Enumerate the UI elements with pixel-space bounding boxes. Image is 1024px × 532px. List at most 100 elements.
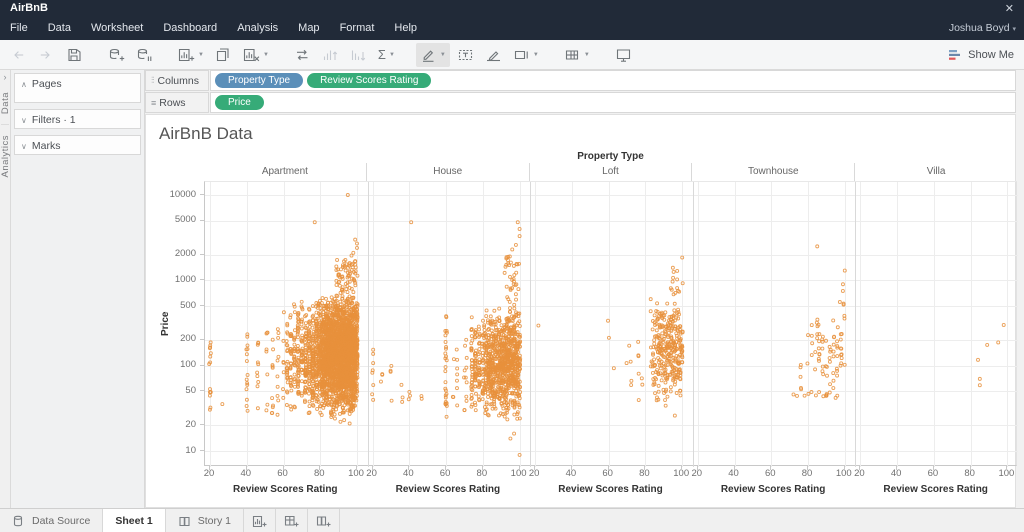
y-tick-mark bbox=[200, 254, 204, 255]
new-worksheet-button[interactable] bbox=[244, 509, 276, 532]
panel-header-villa[interactable]: Villa bbox=[854, 163, 1017, 181]
totals-icon: Σ bbox=[378, 47, 386, 63]
duplicate-sheet-icon bbox=[215, 47, 232, 63]
x-axis-title[interactable]: Review Scores Rating bbox=[529, 484, 692, 495]
menu-format[interactable]: Format bbox=[330, 17, 385, 40]
pause-updates-icon bbox=[136, 47, 153, 63]
y-tick-mark bbox=[200, 339, 204, 340]
new-story-button[interactable] bbox=[308, 509, 340, 532]
undo-button bbox=[6, 43, 31, 67]
columns-shelf-label: ⫶⫶ Columns bbox=[145, 70, 209, 91]
card-pages[interactable]: ∧ Pages bbox=[14, 73, 141, 103]
totals-button[interactable]: Σ▼ bbox=[374, 43, 399, 67]
chevron-icon[interactable]: ∧ bbox=[21, 80, 27, 89]
x-axis-title[interactable]: Review Scores Rating bbox=[854, 484, 1017, 495]
menu-dashboard[interactable]: Dashboard bbox=[153, 17, 227, 40]
menu-data[interactable]: Data bbox=[38, 17, 81, 40]
menu-file[interactable]: File bbox=[0, 17, 38, 40]
save-button[interactable] bbox=[62, 43, 87, 67]
tab-data[interactable]: Data bbox=[0, 84, 11, 122]
scatter-plot-canvas[interactable] bbox=[205, 182, 1018, 467]
pause-updates-button[interactable] bbox=[132, 43, 157, 67]
y-tick-label: 50 bbox=[146, 385, 196, 396]
menu-help[interactable]: Help bbox=[384, 17, 427, 40]
card-label: Pages bbox=[32, 78, 62, 90]
panel-header-apartment[interactable]: Apartment bbox=[204, 163, 366, 181]
new-dashboard-button bbox=[284, 514, 299, 528]
show-me-icon bbox=[948, 48, 962, 62]
menu-map[interactable]: Map bbox=[288, 17, 329, 40]
rail-divider bbox=[1, 124, 9, 125]
edit-axis-button[interactable] bbox=[481, 43, 506, 67]
tab-data-source[interactable]: Data Source bbox=[0, 509, 103, 532]
column-field-label[interactable]: Property Type bbox=[204, 151, 1017, 162]
tab-sheet-1[interactable]: Sheet 1 bbox=[102, 509, 165, 532]
cell-size-button[interactable]: ▼ bbox=[560, 43, 594, 67]
fit-button[interactable]: ▼ bbox=[509, 43, 543, 67]
cell-size-icon bbox=[564, 47, 581, 63]
y-tick-mark bbox=[200, 390, 204, 391]
x-tick-mark bbox=[859, 466, 860, 470]
presentation-mode-button[interactable] bbox=[611, 43, 636, 67]
cards-panel: ∧ Pages ∨Filters · 1 ∨Marks bbox=[11, 70, 145, 508]
chevron-icon[interactable]: ∨ bbox=[21, 142, 27, 151]
clear-sheet-button[interactable]: ▼ bbox=[239, 43, 273, 67]
side-rail: › Data Analytics bbox=[0, 70, 11, 508]
sort-ascending-icon bbox=[322, 47, 339, 63]
rows-shelf-box[interactable]: Price bbox=[210, 92, 1016, 113]
x-axis-title[interactable]: Review Scores Rating bbox=[204, 484, 367, 495]
save-icon bbox=[66, 47, 83, 63]
new-worksheet-button[interactable]: ▼ bbox=[174, 43, 208, 67]
menu-worksheet[interactable]: Worksheet bbox=[81, 17, 153, 40]
chevron-down-icon: ▾ bbox=[1012, 26, 1016, 33]
x-tick-mark bbox=[697, 466, 698, 470]
sheet-title[interactable]: AirBnB Data bbox=[159, 124, 253, 144]
panel-header-house[interactable]: House bbox=[366, 163, 529, 181]
x-axis-title[interactable]: Review Scores Rating bbox=[692, 484, 855, 495]
user-menu[interactable]: Joshua Boyd ▾ bbox=[949, 17, 1016, 41]
y-tick-mark bbox=[200, 220, 204, 221]
y-tick-mark bbox=[200, 279, 204, 280]
new-worksheet-icon bbox=[178, 47, 195, 63]
tab-story-1[interactable]: Story 1 bbox=[166, 509, 244, 532]
toolbar: ▼ ▼ Σ▼ ▼ ▼ ▼ Show Me bbox=[0, 40, 1024, 70]
x-tick-mark bbox=[896, 466, 897, 470]
fit-icon bbox=[513, 47, 530, 63]
chevron-down-icon: ▼ bbox=[533, 52, 539, 58]
text-label-button[interactable] bbox=[453, 43, 478, 67]
card-header: ∧ Pages bbox=[15, 74, 140, 93]
x-axis-title[interactable]: Review Scores Rating bbox=[367, 484, 530, 495]
tab-analytics[interactable]: Analytics bbox=[0, 127, 11, 186]
new-datasource-button[interactable] bbox=[104, 43, 129, 67]
chevron-icon[interactable]: ∨ bbox=[21, 116, 27, 125]
y-tick-mark bbox=[200, 194, 204, 195]
columns-shelf-box[interactable]: Property Type Review Scores Rating bbox=[210, 70, 1016, 91]
duplicate-sheet-button[interactable] bbox=[211, 43, 236, 67]
y-tick-label: 1000 bbox=[146, 274, 196, 285]
y-tick-label: 10000 bbox=[146, 189, 196, 200]
plot-area bbox=[204, 181, 1017, 466]
titlebar: AirBnB ✕ bbox=[0, 0, 1024, 17]
panel-headers-row: ApartmentHouseLoftTownhouseVilla bbox=[204, 163, 1017, 181]
new-dashboard-button[interactable] bbox=[276, 509, 308, 532]
tab-label: Story 1 bbox=[198, 515, 231, 527]
card-filters[interactable]: ∨Filters · 1 bbox=[14, 109, 141, 129]
show-me-button[interactable]: Show Me bbox=[948, 40, 1014, 69]
x-axis-titles-row: Review Scores RatingReview Scores Rating… bbox=[204, 484, 1017, 495]
pill-property-type[interactable]: Property Type bbox=[215, 73, 303, 88]
pill-review-scores-rating[interactable]: Review Scores Rating bbox=[307, 73, 431, 88]
panel-header-loft[interactable]: Loft bbox=[529, 163, 692, 181]
panel-header-townhouse[interactable]: Townhouse bbox=[691, 163, 854, 181]
swap-axes-button[interactable] bbox=[290, 43, 315, 67]
close-icon[interactable]: ✕ bbox=[1005, 2, 1014, 15]
expand-pane-icon[interactable]: › bbox=[0, 70, 10, 84]
menu-analysis[interactable]: Analysis bbox=[227, 17, 288, 40]
y-tick-mark bbox=[200, 305, 204, 306]
highlight-button[interactable]: ▼ bbox=[416, 43, 450, 67]
x-tick-mark bbox=[770, 466, 771, 470]
highlight-icon bbox=[420, 47, 437, 63]
card-marks[interactable]: ∨Marks bbox=[14, 135, 141, 155]
rows-icon: ≡ bbox=[151, 98, 155, 108]
pill-price[interactable]: Price bbox=[215, 95, 264, 110]
card-header: ∨Filters · 1 bbox=[15, 110, 140, 129]
